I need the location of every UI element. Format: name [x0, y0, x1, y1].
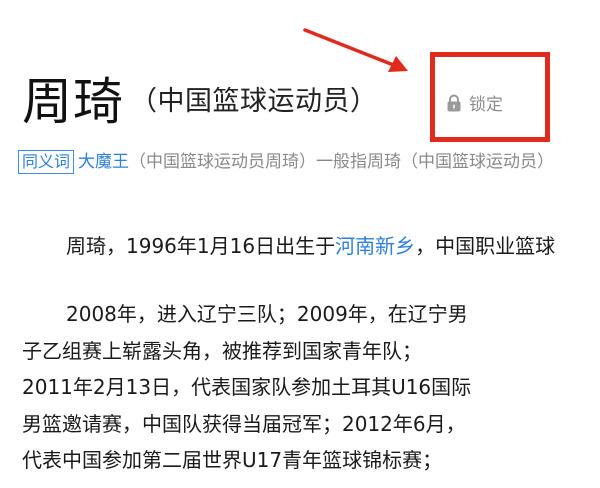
page-subtitle: （中国篮球运动员）	[130, 85, 378, 117]
intro-text-before: 周琦，1996年1月16日出生于	[66, 234, 336, 258]
career-line: 2008年，进入辽宁三队；2009年，在辽宁男	[66, 302, 468, 326]
career-line: 男篮邀请赛，中国队获得当届冠军；2012年6月，	[22, 411, 466, 436]
intro-text-after: ，中国职业篮球	[415, 234, 556, 258]
synonym-description: （中国篮球运动员周琦）一般指周琦（中国篮球运动员）	[129, 152, 555, 172]
career-paragraph: 2008年，进入辽宁三队；2009年，在辽宁男 子乙组赛上崭露头角，被推荐到国家…	[22, 296, 471, 479]
career-line: 代表中国参加第二届世界U17青年篮球锦标赛；	[22, 448, 443, 472]
intro-paragraph: 周琦，1996年1月16日出生于河南新乡，中国职业篮球	[66, 228, 555, 264]
title-row: 周琦 （中国篮球运动员）	[22, 62, 378, 134]
career-line: 2011年2月13日，代表国家队参加土耳其U16国际	[22, 375, 472, 399]
lock-icon	[447, 94, 461, 111]
intro-link-birthplace[interactable]: 河南新乡	[335, 234, 415, 258]
lock-label: 锁定	[469, 95, 503, 115]
career-line: 子乙组赛上崭露头角，被推荐到国家青年队；	[22, 338, 422, 363]
synonym-line: 同义词 大魔王（中国篮球运动员周琦）一般指周琦（中国篮球运动员）	[18, 148, 578, 176]
lock-badge[interactable]: 锁定	[446, 90, 503, 115]
synonym-link[interactable]: 大魔王	[78, 152, 129, 172]
page-title: 周琦	[22, 73, 124, 131]
synonym-tag: 同义词	[18, 150, 75, 174]
